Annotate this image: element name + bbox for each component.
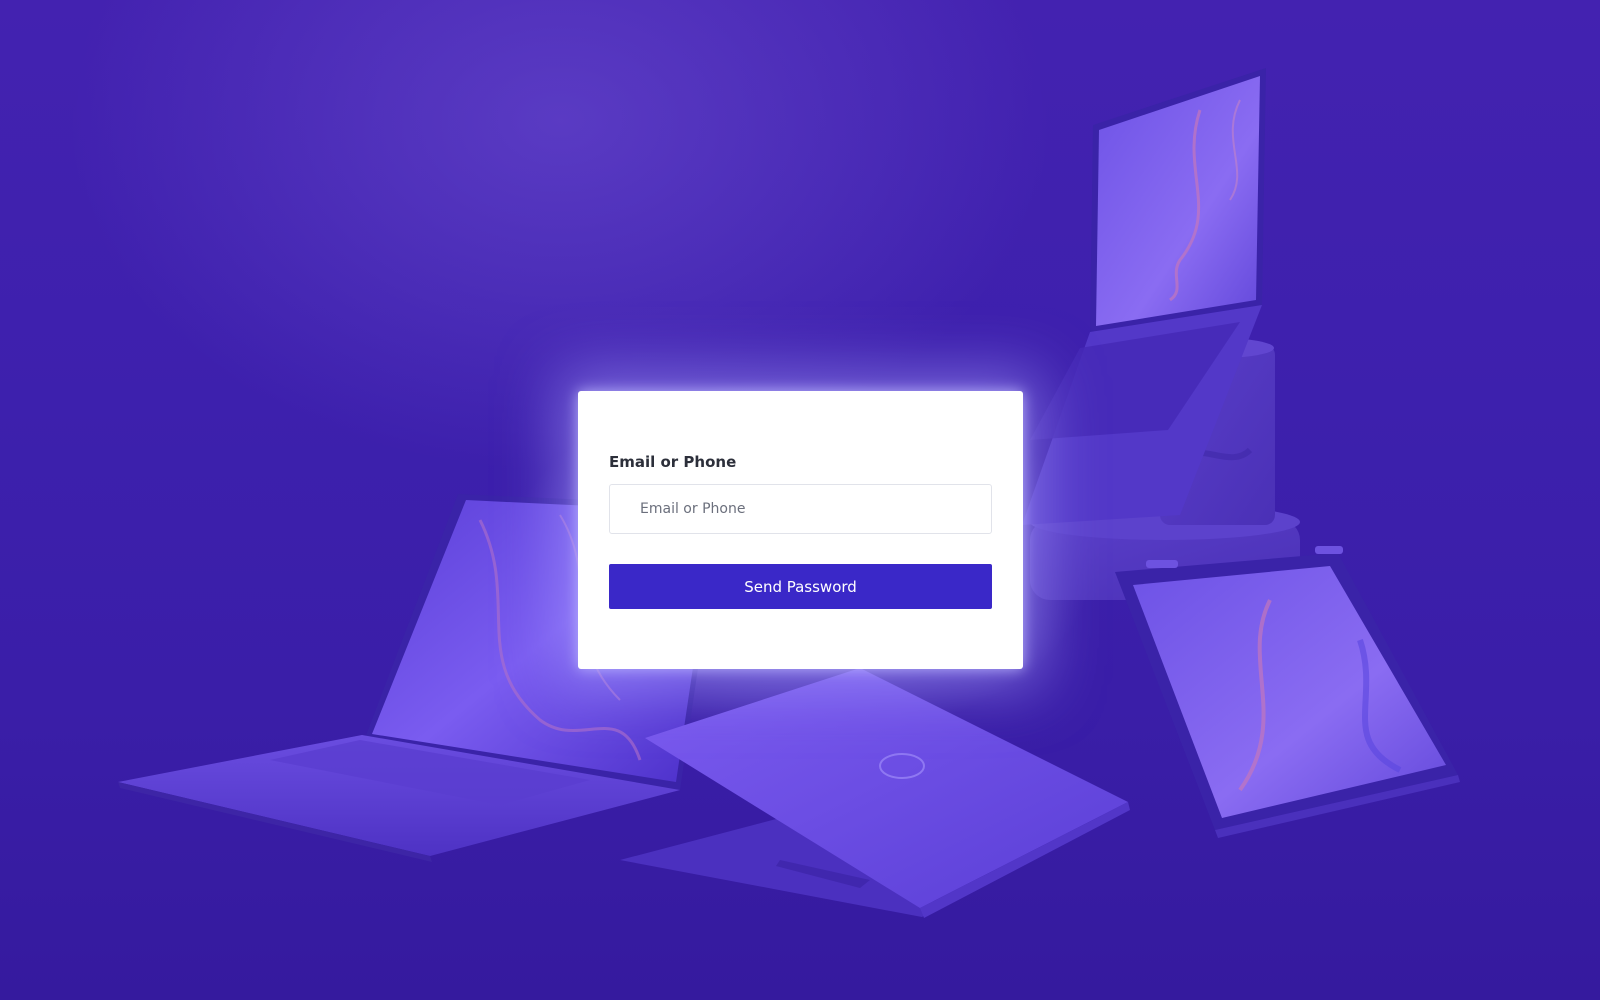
email-or-phone-label: Email or Phone (609, 453, 737, 471)
login-page: Email or Phone Send Password (0, 0, 1600, 1000)
email-or-phone-input[interactable] (609, 484, 992, 534)
login-card: Email or Phone Send Password (578, 391, 1023, 669)
center-laptop (620, 668, 1130, 918)
right-laptop (1115, 546, 1460, 838)
send-password-button[interactable]: Send Password (609, 564, 992, 609)
